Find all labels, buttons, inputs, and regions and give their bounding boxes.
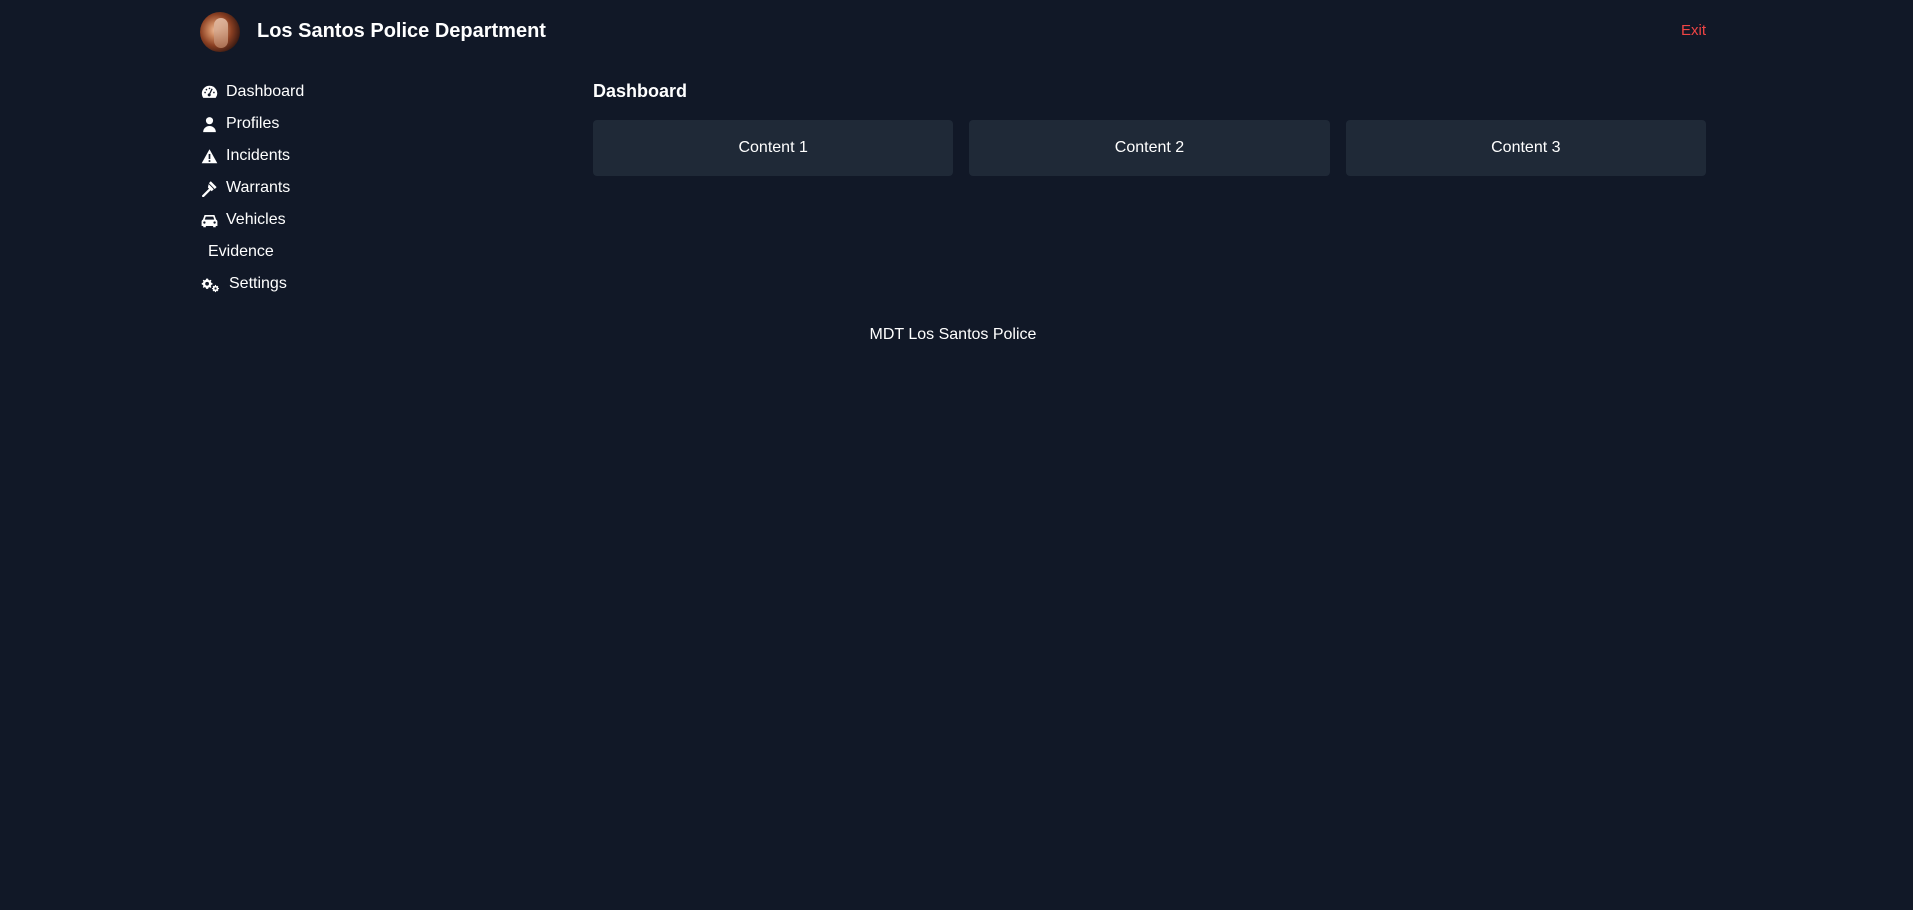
avatar — [200, 12, 240, 52]
sidebar-item-label: Profiles — [226, 115, 280, 132]
content-card[interactable]: Content 1 — [593, 120, 954, 176]
footer: MDT Los Santos Police — [869, 326, 1037, 343]
sidebar-item-warrants[interactable]: Warrants — [200, 172, 560, 204]
content-card[interactable]: Content 3 — [1345, 120, 1706, 176]
sidebar-item-incidents[interactable]: Incidents — [200, 140, 560, 172]
content-card[interactable]: Content 2 — [969, 120, 1330, 176]
car-icon — [200, 211, 218, 229]
sidebar-item-dashboard[interactable]: Dashboard — [200, 76, 560, 108]
sidebar: Dashboard Profiles Incidents Warrants Ve… — [200, 76, 560, 300]
sidebar-item-profiles[interactable]: Profiles — [200, 108, 560, 140]
exit-link[interactable]: Exit — [1681, 22, 1706, 39]
sidebar-item-label: Vehicles — [226, 211, 286, 228]
sidebar-item-label: Incidents — [226, 147, 291, 164]
sidebar-item-label: Settings — [229, 275, 287, 292]
sidebar-item-label: Evidence — [208, 243, 274, 260]
sidebar-item-label: Dashboard — [226, 83, 305, 100]
tachometer-icon — [200, 83, 218, 101]
cogs-icon — [200, 275, 221, 293]
gavel-icon — [200, 179, 218, 197]
app-container: Los Santos Police Department Exit Dashbo… — [200, 0, 1706, 910]
app-title: Los Santos Police Department — [257, 20, 546, 42]
header: Los Santos Police Department Exit — [200, 12, 1706, 54]
sidebar-item-settings[interactable]: Settings — [200, 268, 560, 300]
user-icon — [200, 115, 218, 133]
sidebar-item-label: Warrants — [226, 179, 291, 196]
main-content: Dashboard Content 1 Content 2 Content 3 — [593, 80, 1706, 176]
sidebar-item-evidence[interactable]: Evidence — [200, 236, 560, 268]
content-cards: Content 1 Content 2 Content 3 — [593, 120, 1706, 176]
warning-icon — [200, 147, 218, 165]
page-title: Dashboard — [593, 81, 688, 101]
sidebar-item-vehicles[interactable]: Vehicles — [200, 204, 560, 236]
